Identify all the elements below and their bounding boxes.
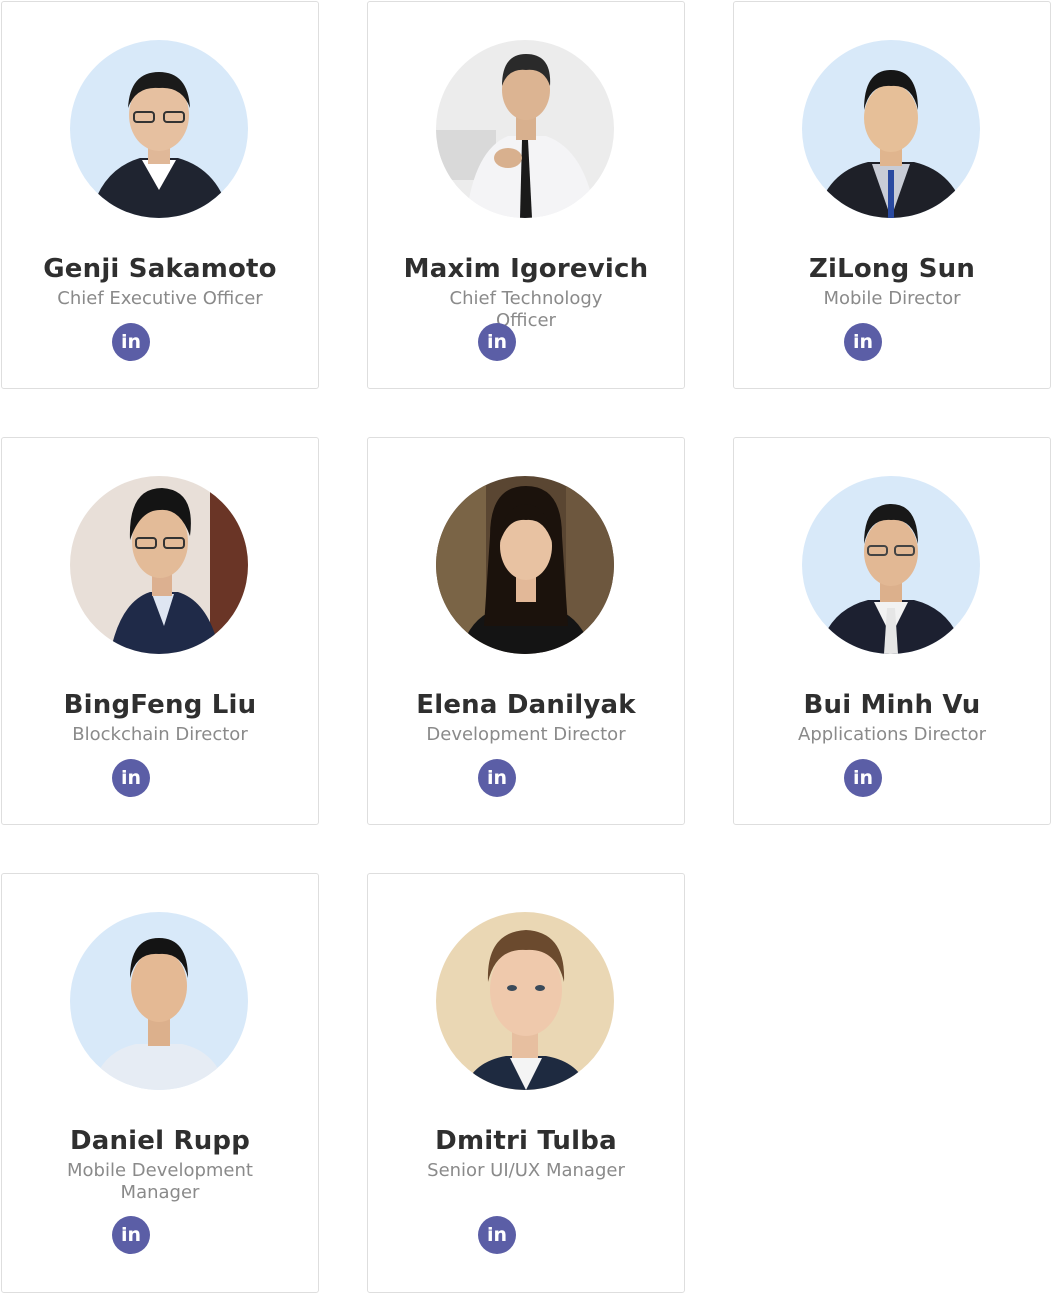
avatar-photo xyxy=(802,476,980,654)
linkedin-icon[interactable]: in xyxy=(478,323,516,361)
member-role: Senior UI/UX Manager xyxy=(427,1160,625,1181)
member-role: Chief Technology Officer xyxy=(449,288,603,331)
team-card: Elena Danilyak Development Director in xyxy=(367,437,685,825)
linkedin-icon[interactable]: in xyxy=(112,759,150,797)
avatar-photo xyxy=(436,40,614,218)
avatar-photo xyxy=(436,912,614,1090)
team-card: Dmitri Tulba Senior UI/UX Manager in xyxy=(367,873,685,1293)
team-grid: Genji Sakamoto Chief Executive Officer i… xyxy=(0,0,1052,1293)
member-role: Development Director xyxy=(426,724,626,745)
member-name: ZiLong Sun xyxy=(808,254,976,284)
team-card: ZiLong Sun Mobile Director in xyxy=(733,1,1051,389)
avatar-photo xyxy=(70,476,248,654)
team-card: Daniel Rupp Mobile Development Manager i… xyxy=(1,873,319,1293)
member-role: Blockchain Director xyxy=(72,724,248,745)
avatar-photo xyxy=(802,40,980,218)
member-name: Bui Minh Vu xyxy=(803,690,981,720)
team-card: Genji Sakamoto Chief Executive Officer i… xyxy=(1,1,319,389)
avatar-photo xyxy=(70,40,248,218)
member-name: Daniel Rupp xyxy=(69,1126,251,1156)
linkedin-icon[interactable]: in xyxy=(844,759,882,797)
team-card: Bui Minh Vu Applications Director in xyxy=(733,437,1051,825)
linkedin-icon[interactable]: in xyxy=(112,1216,150,1254)
member-name: BingFeng Liu xyxy=(63,690,257,720)
member-name: Dmitri Tulba xyxy=(435,1126,617,1156)
team-card: Maxim Igorevich Chief Technology Officer… xyxy=(367,1,685,389)
member-name: Maxim Igorevich xyxy=(403,254,649,284)
team-card: BingFeng Liu Blockchain Director in xyxy=(1,437,319,825)
member-role: Applications Director xyxy=(798,724,986,745)
member-role: Chief Executive Officer xyxy=(57,288,263,309)
member-name: Elena Danilyak xyxy=(416,690,636,720)
linkedin-icon[interactable]: in xyxy=(478,759,516,797)
linkedin-icon[interactable]: in xyxy=(112,323,150,361)
member-role: Mobile Development Manager xyxy=(67,1160,253,1203)
avatar-photo xyxy=(70,912,248,1090)
member-name: Genji Sakamoto xyxy=(43,254,277,284)
member-role: Mobile Director xyxy=(823,288,961,309)
linkedin-icon[interactable]: in xyxy=(478,1216,516,1254)
avatar-photo xyxy=(436,476,614,654)
linkedin-icon[interactable]: in xyxy=(844,323,882,361)
